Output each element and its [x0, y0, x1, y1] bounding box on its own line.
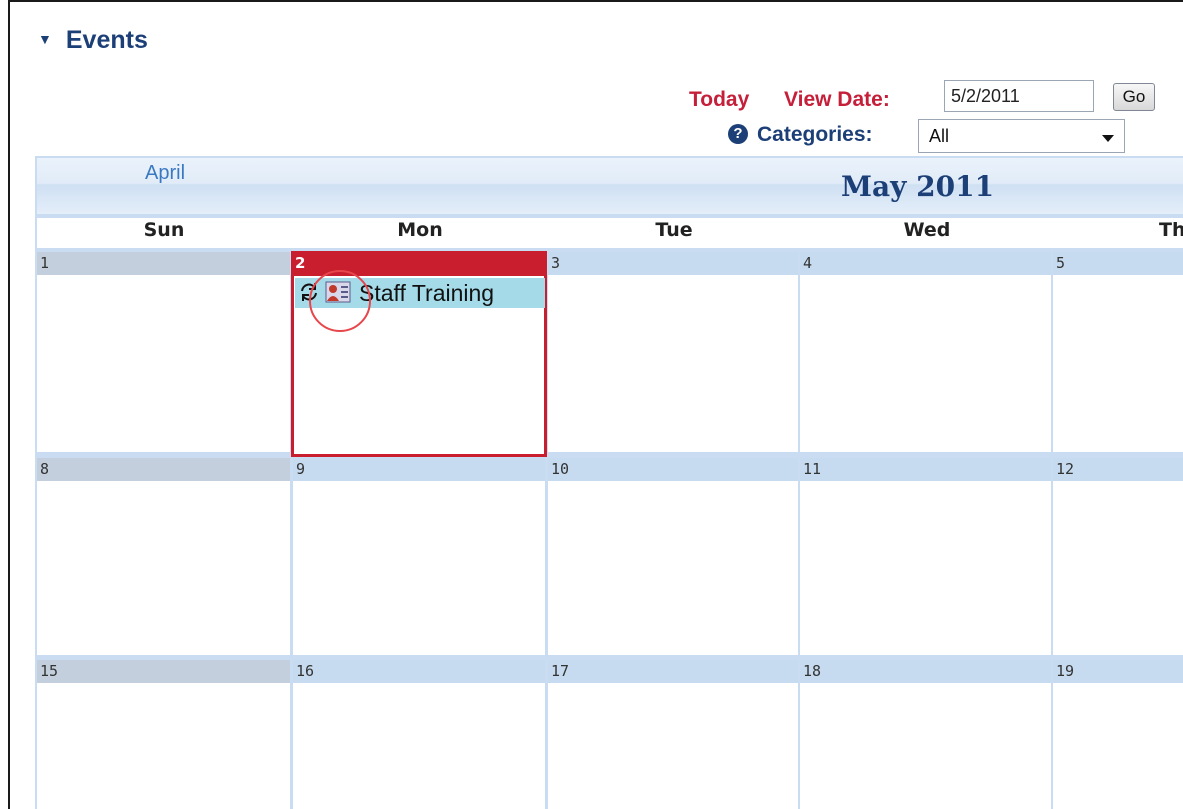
event-staff-training[interactable]: Staff Training: [295, 278, 545, 308]
day-number: 4: [803, 254, 813, 272]
today-link[interactable]: Today: [689, 88, 749, 112]
day-cell[interactable]: 19: [1053, 660, 1183, 809]
day-number-bar: [1053, 252, 1183, 275]
day-number-bar: [548, 458, 798, 481]
day-number: 15: [40, 662, 59, 680]
recurring-icon: [297, 280, 321, 308]
day-number: 19: [1056, 662, 1075, 680]
day-cell[interactable]: 11: [800, 458, 1051, 655]
day-number: 12: [1056, 460, 1075, 478]
day-number-bar: [800, 458, 1051, 481]
day-cell[interactable]: 15: [37, 660, 290, 809]
day-number-bar: [37, 252, 290, 275]
day-number-bar: [293, 458, 545, 481]
day-cell[interactable]: 1: [37, 252, 290, 452]
day-number: 9: [296, 460, 306, 478]
day-cell[interactable]: 5: [1053, 252, 1183, 452]
view-date-label: View Date:: [784, 88, 890, 111]
day-number-bar: [548, 252, 798, 275]
day-number: 3: [551, 254, 561, 272]
weekday-sun: Sun: [143, 219, 185, 241]
day-number-bar: [37, 660, 290, 683]
day-number: 5: [1056, 254, 1066, 272]
event-title: Staff Training: [359, 280, 495, 306]
day-number: 11: [803, 460, 822, 478]
day-number-bar: [37, 458, 290, 481]
day-cell[interactable]: 10: [548, 458, 798, 655]
categories-label: Categories:: [757, 123, 873, 146]
weekday-thu: Th: [1159, 219, 1183, 241]
day-cell[interactable]: 4: [800, 252, 1051, 452]
day-cell[interactable]: 9: [293, 458, 545, 655]
view-date-input[interactable]: [944, 80, 1094, 112]
question-circle-icon[interactable]: ?: [728, 124, 748, 144]
day-number: 16: [296, 662, 315, 680]
day-number: 1: [40, 254, 50, 272]
day-cell[interactable]: 17: [548, 660, 798, 809]
day-number: 8: [40, 460, 50, 478]
day-number: 17: [551, 662, 570, 680]
window-border-left: [8, 0, 10, 809]
calendar-header: [37, 158, 1183, 214]
day-number-bar: [800, 252, 1051, 275]
window-border-top: [8, 0, 1183, 2]
day-number-bar: [548, 660, 798, 683]
chevron-down-icon[interactable]: [1102, 135, 1114, 142]
events-panel-header[interactable]: ▼ Events: [38, 26, 148, 55]
day-number: 10: [551, 460, 570, 478]
day-number-bar: [294, 254, 544, 276]
day-number-bar: [800, 660, 1051, 683]
day-number: 2: [295, 254, 306, 272]
prev-month-link[interactable]: April: [145, 162, 185, 185]
weekday-wed: Wed: [903, 219, 951, 241]
categories-selected-value: All: [929, 126, 950, 146]
go-button[interactable]: Go: [1113, 83, 1155, 111]
events-title: Events: [65, 26, 148, 54]
day-number-bar: [293, 660, 545, 683]
day-cell[interactable]: 16: [293, 660, 545, 809]
collapse-triangle-icon[interactable]: ▼: [38, 31, 52, 47]
day-number: 18: [803, 662, 822, 680]
month-title: May 2011: [841, 170, 995, 203]
weekday-mon: Mon: [397, 219, 443, 241]
day-cell[interactable]: 8: [37, 458, 290, 655]
day-cell[interactable]: 12: [1053, 458, 1183, 655]
day-cell[interactable]: 3: [548, 252, 798, 452]
categories-select[interactable]: All: [918, 119, 1125, 153]
day-cell[interactable]: 18: [800, 660, 1051, 809]
weekday-tue: Tue: [655, 219, 693, 241]
person-card-icon: [325, 281, 351, 307]
